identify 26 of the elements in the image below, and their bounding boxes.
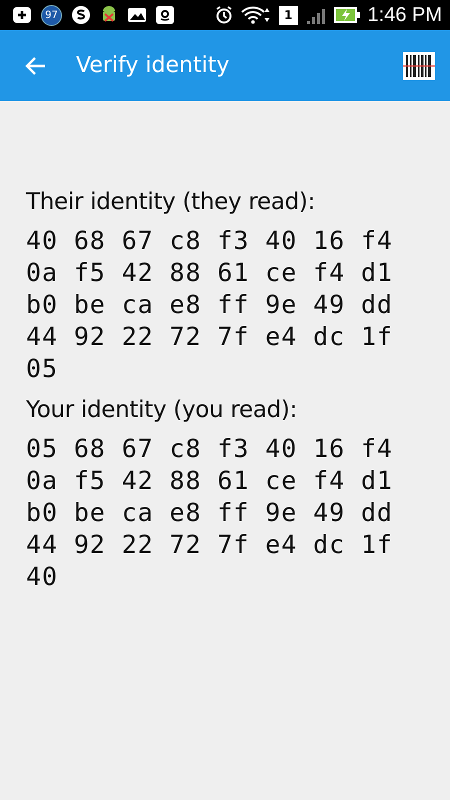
fingerprint-line: 40 <box>26 561 59 593</box>
screen-title: Verify identity <box>76 53 230 78</box>
alarm-icon <box>215 6 234 24</box>
section-heading: Your identity (you read): <box>26 397 298 423</box>
fingerprint-line: 05 68 67 c8 f3 40 16 f4 <box>26 433 394 465</box>
back-arrow-icon[interactable] <box>24 56 46 76</box>
battery-charging-icon <box>334 7 360 23</box>
fingerprint-line: b0 be ca e8 ff 9e 49 dd <box>26 497 394 529</box>
section-heading: Their identity (they read): <box>26 189 316 215</box>
image-icon <box>127 7 147 23</box>
shopping-icon <box>156 6 174 24</box>
wifi-icon <box>241 6 272 24</box>
fingerprint-line: b0 be ca e8 ff 9e 49 dd <box>26 289 394 321</box>
fingerprint-line: 05 <box>26 353 59 385</box>
add-icon <box>12 6 32 24</box>
fingerprint-line: 44 92 22 72 7f e4 dc 1f <box>26 529 394 561</box>
barcode-icon[interactable] <box>402 50 436 82</box>
signal-icon <box>306 6 326 24</box>
fingerprint-line: 44 92 22 72 7f e4 dc 1f <box>26 321 394 353</box>
fingerprint-line: 40 68 67 c8 f3 40 16 f4 <box>26 225 394 257</box>
fingerprint-line: 0a f5 42 88 61 ce f4 d1 <box>26 465 394 497</box>
clock-time: 1:46 PM <box>368 4 442 26</box>
notification-count: 97 <box>41 4 62 26</box>
sim-slot: 1 <box>279 6 298 24</box>
fingerprint-line: 0a f5 42 88 61 ce f4 d1 <box>26 257 394 289</box>
chat-icon <box>71 5 91 25</box>
